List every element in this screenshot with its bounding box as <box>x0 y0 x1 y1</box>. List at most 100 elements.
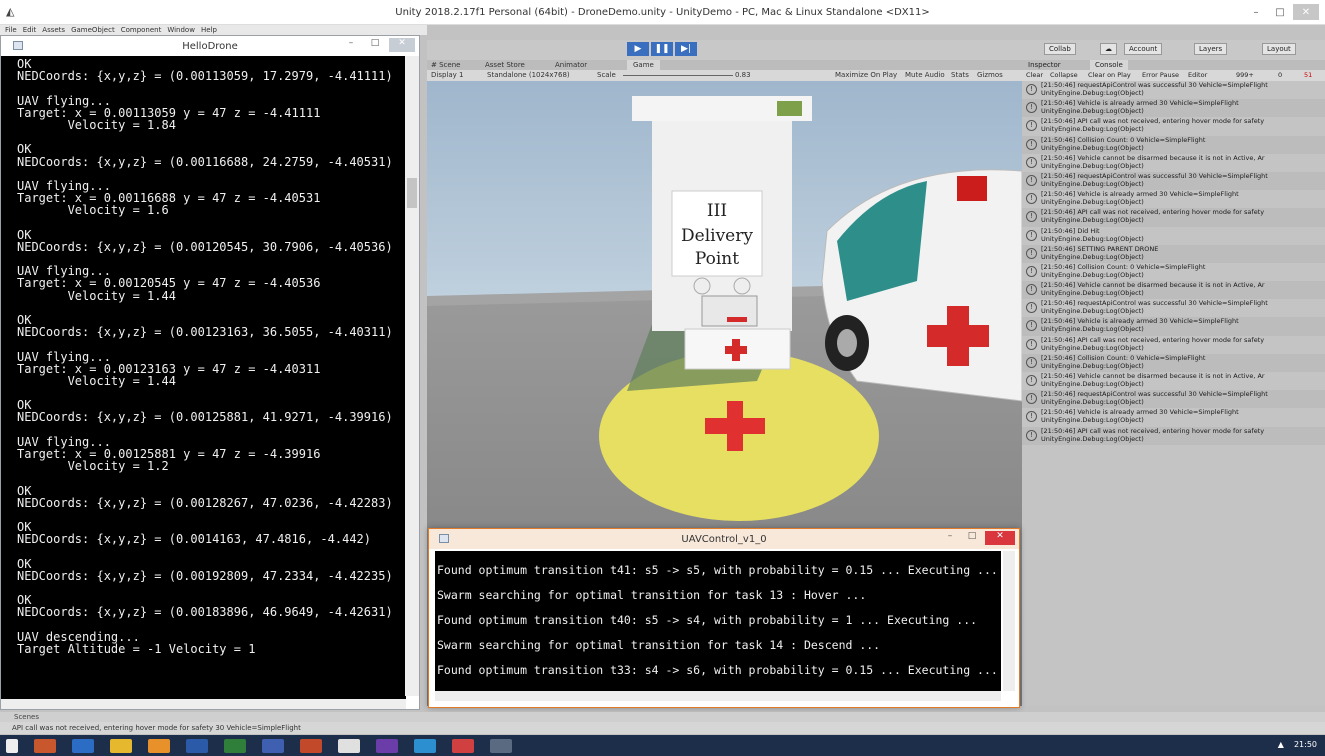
menu-window[interactable]: Window <box>167 25 195 35</box>
error-pause-toggle[interactable]: Error Pause <box>1142 70 1179 81</box>
uav-close-button[interactable]: ✕ <box>985 531 1015 545</box>
taskbar-app-icon[interactable] <box>300 738 322 753</box>
taskbar-app-icon[interactable] <box>262 738 284 753</box>
warn-count[interactable]: 0 <box>1278 70 1282 81</box>
taskbar-app-icon[interactable] <box>148 738 170 753</box>
uav-vertical-scrollbar[interactable] <box>1003 551 1015 691</box>
editor-dropdown[interactable]: Editor <box>1188 70 1207 81</box>
mute-audio-toggle[interactable]: Mute Audio <box>905 70 945 81</box>
right-toolbar: Collab ☁ Account Layers Layout <box>1022 40 1325 60</box>
console-log-entry[interactable]: ! [21:50:46] Collision Count: 0 Vehicle=S… <box>1022 353 1325 372</box>
tab-scene[interactable]: # Scene <box>431 60 460 70</box>
menu-component[interactable]: Component <box>121 25 162 35</box>
log-stacktrace: UnityEngine.Debug:Log(Object) <box>1041 434 1144 443</box>
uav-line: Found optimum transition t33: s4 -> s6, … <box>437 663 998 677</box>
error-count[interactable]: 51 <box>1304 70 1312 81</box>
hd-close-button[interactable]: ✕ <box>389 38 415 52</box>
tab-animator[interactable]: Animator <box>555 60 587 70</box>
layout-dropdown[interactable]: Layout <box>1262 43 1296 55</box>
hd-minimize-button[interactable]: – <box>341 38 361 52</box>
console-log-entry[interactable]: ! [21:50:46] API call was not received, e… <box>1022 208 1325 227</box>
maximize-on-play-toggle[interactable]: Maximize On Play <box>835 70 897 81</box>
step-button[interactable]: ▶| <box>675 42 697 56</box>
display-dropdown[interactable]: Display 1 <box>431 70 463 81</box>
console-log-entry[interactable]: ! [21:50:46] API call was not received, e… <box>1022 336 1325 354</box>
clear-button[interactable]: Clear <box>1026 70 1043 81</box>
tab-game[interactable]: Game <box>627 60 660 70</box>
maximize-button[interactable]: □ <box>1269 4 1291 20</box>
console-log-entry[interactable]: ! [21:50:46] Vehicle cannot be disarmed b… <box>1022 281 1325 300</box>
console-log-entry[interactable]: ! [21:50:46] API call was not received, e… <box>1022 117 1325 135</box>
start-icon[interactable] <box>6 738 18 753</box>
taskbar-app-icon[interactable] <box>110 738 132 753</box>
info-count[interactable]: 999+ <box>1236 70 1254 81</box>
log-info-icon: ! <box>1026 393 1037 405</box>
scenes-label[interactable]: Scenes <box>14 713 39 721</box>
collapse-toggle[interactable]: Collapse <box>1050 70 1078 81</box>
taskbar-app-icon[interactable] <box>186 738 208 753</box>
console-log-entry[interactable]: ! [21:50:46] requestApiControl was succes… <box>1022 171 1325 191</box>
minimize-button[interactable]: – <box>1245 4 1267 20</box>
log-info-icon: ! <box>1026 320 1037 332</box>
console-log-entry[interactable]: ! [21:50:46] requestApiControl was succes… <box>1022 81 1325 99</box>
taskbar-app-icon[interactable] <box>338 738 360 753</box>
taskbar-app-icon[interactable] <box>376 738 398 753</box>
cloud-icon[interactable]: ☁ <box>1100 43 1117 55</box>
uav-maximize-button[interactable]: □ <box>963 531 981 545</box>
uav-title: UAVControl_v1_0 <box>681 534 767 545</box>
console-log-entry[interactable]: ! [21:50:46] Vehicle cannot be disarmed b… <box>1022 372 1325 390</box>
menu-edit[interactable]: Edit <box>23 25 37 35</box>
pause-button[interactable]: ❚❚ <box>651 42 673 56</box>
console-log-entry[interactable]: ! [21:50:46] Vehicle is already armed 30 … <box>1022 190 1325 208</box>
layers-dropdown[interactable]: Layers <box>1194 43 1228 55</box>
scale-slider[interactable] <box>623 75 733 76</box>
collab-dropdown[interactable]: Collab <box>1044 43 1076 55</box>
resolution-dropdown[interactable]: Standalone (1024x768) <box>487 70 570 81</box>
taskbar-app-icon[interactable] <box>34 738 56 753</box>
hd-horizontal-scrollbar[interactable] <box>1 699 406 709</box>
log-message: [21:50:46] SETTING PARENT DRONE <box>1041 244 1159 253</box>
console-log-entry[interactable]: ! [21:50:46] SETTING PARENT DRONE UnityEng… <box>1022 244 1325 263</box>
console-log-entry[interactable]: ! [21:50:46] Collision Count: 0 Vehicle=S… <box>1022 135 1325 154</box>
console-log-entry[interactable]: ! [21:50:46] Did Hit UnityEngine.Debug:Log… <box>1022 227 1325 245</box>
taskbar-app-icon[interactable] <box>72 738 94 753</box>
console-log-entry[interactable]: ! [21:50:46] API call was not received, e… <box>1022 426 1325 445</box>
menu-assets[interactable]: Assets <box>42 25 65 35</box>
close-button[interactable]: ✕ <box>1293 4 1319 20</box>
menu-help[interactable]: Help <box>201 25 217 35</box>
console-line: Velocity = 1.44 <box>17 288 176 303</box>
tab-console[interactable]: Console <box>1090 60 1128 70</box>
log-stacktrace: UnityEngine.Debug:Log(Object) <box>1041 343 1144 352</box>
clock[interactable]: 21:50 <box>1294 740 1317 749</box>
uav-horizontal-scrollbar[interactable] <box>435 691 1001 701</box>
taskbar-app-icon[interactable] <box>452 738 474 753</box>
console-log-entry[interactable]: ! [21:50:46] requestApiControl was succes… <box>1022 299 1325 317</box>
console-log-entry[interactable]: ! [21:50:46] Vehicle is already armed 30 … <box>1022 317 1325 336</box>
menu-file[interactable]: File <box>5 25 17 35</box>
menu-gameobject[interactable]: GameObject <box>71 25 115 35</box>
console-log-entry[interactable]: ! [21:50:46] requestApiControl was succes… <box>1022 390 1325 409</box>
tab-inspector[interactable]: Inspector <box>1028 60 1061 70</box>
taskbar-app-icon[interactable] <box>414 738 436 753</box>
hd-vertical-scrollbar[interactable] <box>405 56 419 696</box>
console-log-entry[interactable]: ! [21:50:46] Vehicle cannot be disarmed b… <box>1022 154 1325 172</box>
hd-maximize-button[interactable]: □ <box>365 38 385 52</box>
stats-toggle[interactable]: Stats <box>951 70 969 81</box>
status-bar[interactable]: API call was not received, entering hove… <box>0 722 1325 734</box>
console-log-entry[interactable]: ! [21:50:46] Vehicle is already armed 30 … <box>1022 408 1325 426</box>
log-stacktrace: UnityEngine.Debug:Log(Object) <box>1041 270 1144 279</box>
tab-asset-store[interactable]: Asset Store <box>485 60 525 70</box>
console-line: NEDCoords: {x,y,z} = (0.00113059, 17.297… <box>17 69 393 84</box>
taskbar-app-icon[interactable] <box>224 738 246 753</box>
gizmos-dropdown[interactable]: Gizmos <box>977 70 1003 81</box>
play-button[interactable]: ▶ <box>627 42 649 56</box>
console-log-entry[interactable]: ! [21:50:46] Collision Count: 0 Vehicle=S… <box>1022 263 1325 281</box>
uav-minimize-button[interactable]: – <box>941 531 959 545</box>
log-stacktrace: UnityEngine.Debug:Log(Object) <box>1041 107 1144 116</box>
console-log-entry[interactable]: ! [21:50:46] Vehicle is already armed 30 … <box>1022 99 1325 118</box>
taskbar-app-icon[interactable] <box>490 738 512 753</box>
clear-on-play-toggle[interactable]: Clear on Play <box>1088 70 1131 81</box>
account-dropdown[interactable]: Account <box>1124 43 1163 55</box>
network-icon[interactable]: ▲ <box>1278 740 1284 749</box>
